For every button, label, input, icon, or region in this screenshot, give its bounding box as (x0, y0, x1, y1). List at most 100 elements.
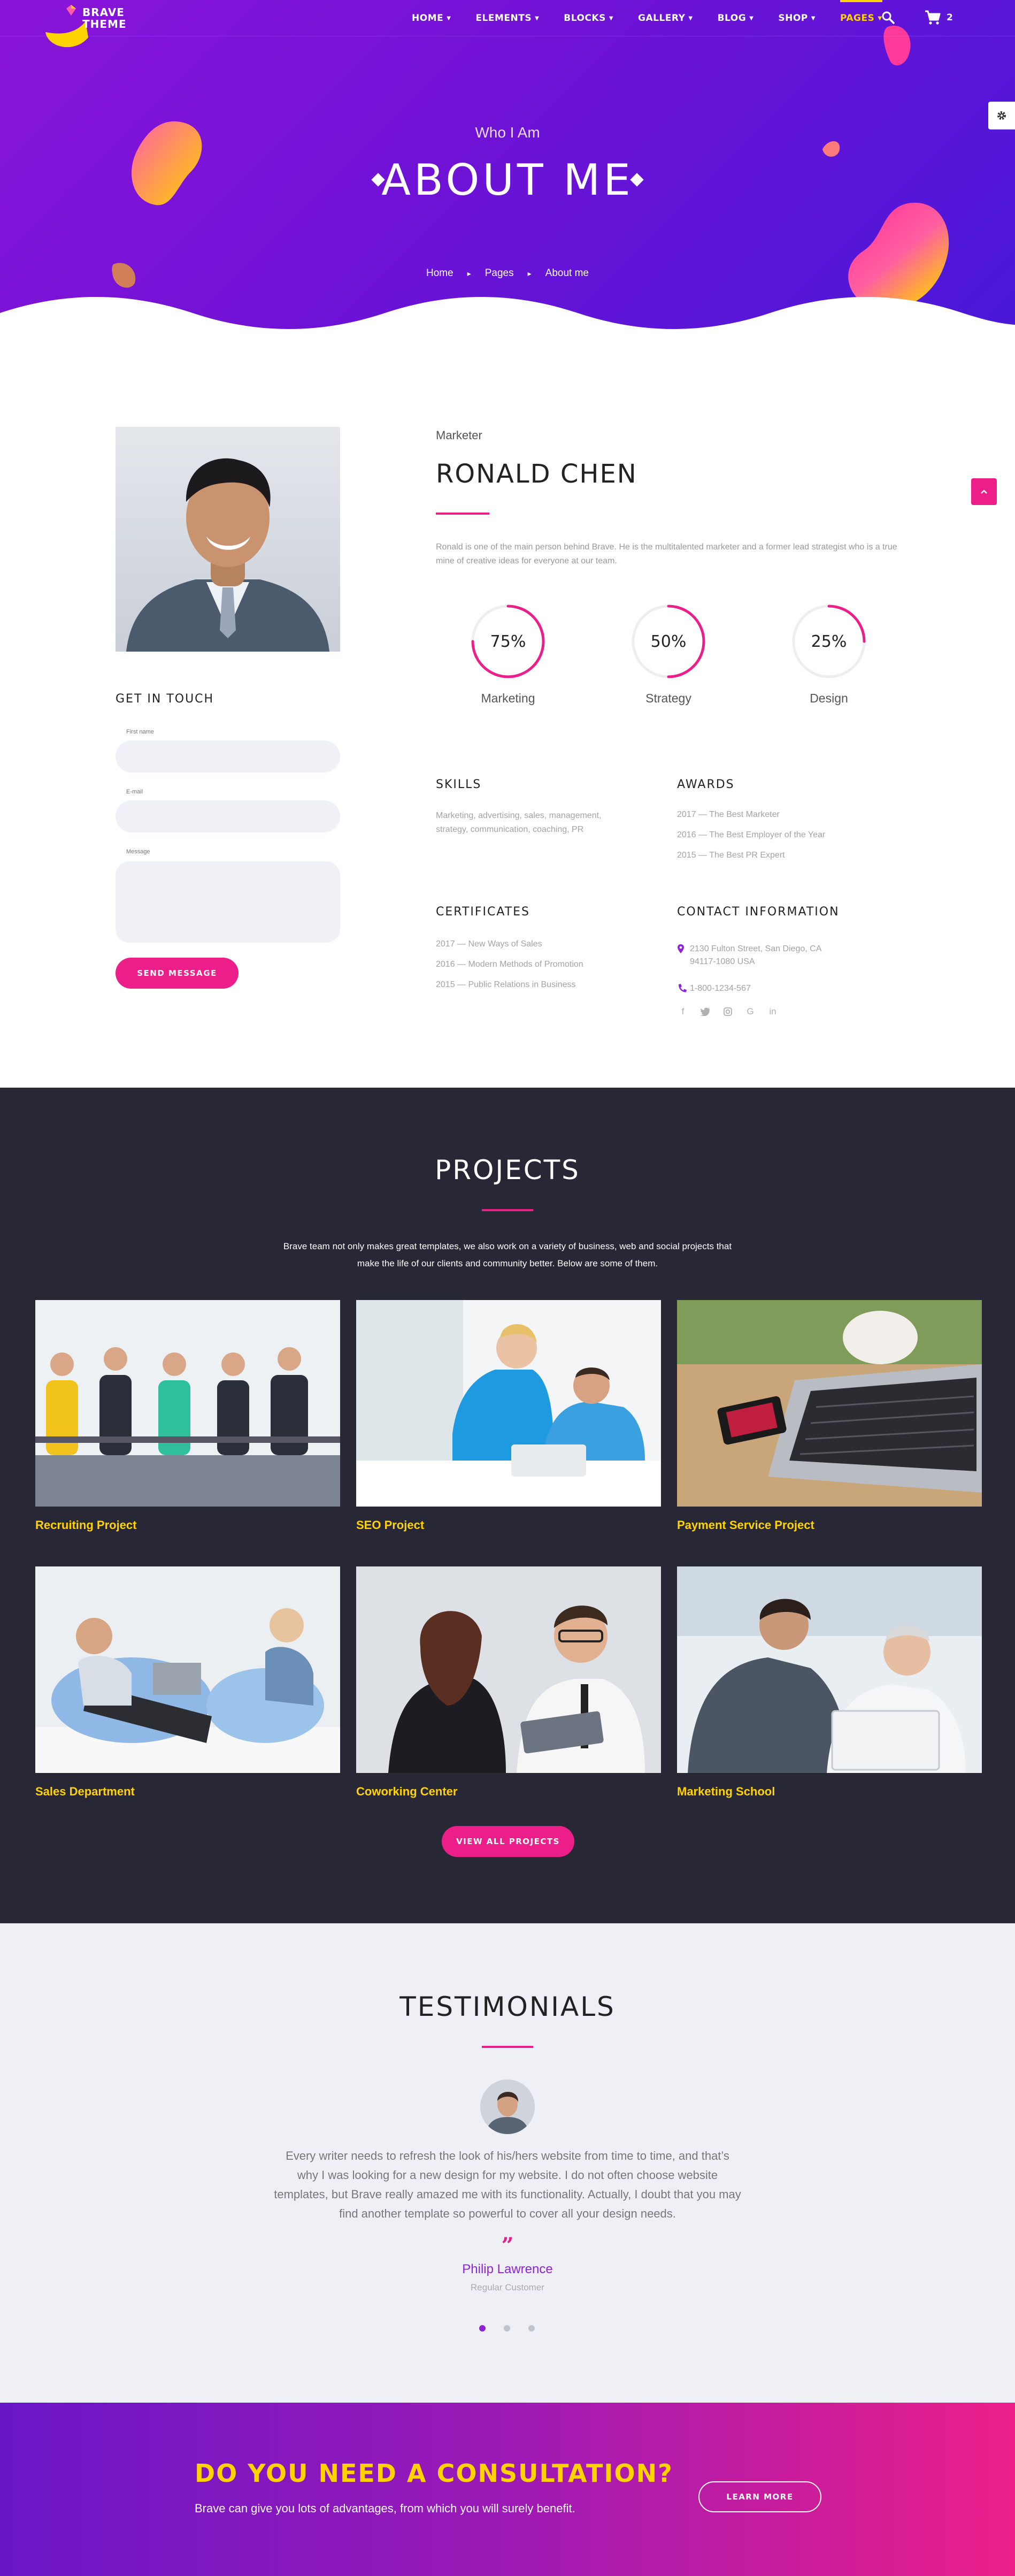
nav-item-blog[interactable]: BLOG ▼ (718, 0, 754, 36)
consultation-banner (0, 2403, 1015, 2576)
project-card-seo[interactable] (356, 1300, 661, 1507)
search-icon[interactable] (880, 10, 896, 26)
avatar (480, 2080, 535, 2134)
phone-icon (678, 984, 687, 992)
phone[interactable]: 1-800-1234-567 (677, 982, 751, 995)
accent-divider (436, 513, 489, 515)
certificate-item: 2016 — Modern Methods of Promotion (436, 960, 583, 969)
email-label: E-mail (126, 789, 143, 795)
facebook-icon[interactable]: f (677, 1006, 689, 1018)
nav-item-home[interactable]: HOME ▼ (412, 0, 451, 36)
skills-title: SKILLS (436, 778, 482, 791)
hero-wave-divider (0, 297, 1015, 342)
project-card-coworking[interactable] (356, 1566, 661, 1773)
projects-description: Brave team not only makes great template… (283, 1241, 732, 1268)
google-icon[interactable]: G (744, 1006, 756, 1018)
project-caption[interactable]: Coworking Center (356, 1785, 457, 1799)
nav-label: GALLERY (638, 13, 686, 24)
profile-bio: Ronald is one of the main person behind … (436, 542, 897, 565)
logo[interactable]: BRAVE THEME (63, 3, 138, 33)
nav-item-pages[interactable]: PAGES ▼ (840, 0, 882, 36)
profile-photo (116, 427, 340, 652)
progress-label: Strategy (645, 691, 691, 705)
chevron-right-icon: ▸ (467, 269, 471, 278)
carousel-dot[interactable] (504, 2325, 510, 2332)
award-item: 2015 — The Best PR Expert (677, 851, 785, 860)
projects-title: PROJECTS (435, 1155, 580, 1186)
social-links: f G in (677, 1006, 789, 1018)
view-all-projects-button[interactable]: VIEW ALL PROJECTS (442, 1826, 574, 1857)
award-item: 2017 — The Best Marketer (677, 810, 780, 819)
testimonial-author-role: Regular Customer (471, 2282, 544, 2292)
gear-icon (997, 111, 1006, 120)
address: 2130 Fulton Street, San Diego, CA 94117-… (677, 943, 821, 968)
project-image (677, 1300, 982, 1507)
breadcrumb: Home ▸ Pages ▸ About me (0, 267, 1015, 279)
nav-item-gallery[interactable]: GALLERY ▼ (638, 0, 693, 36)
cart-count: 2 (947, 12, 953, 23)
hero-subtitle: Who I Am (475, 124, 540, 141)
project-image (35, 1566, 340, 1773)
chevron-down-icon: ▼ (688, 15, 693, 21)
top-navbar: BRAVE THEME HOME ▼ ELEMENTS ▼ BLOCKS ▼ GALL… (0, 0, 1015, 36)
profile-role: Marketer (436, 429, 482, 442)
project-caption[interactable]: Marketing School (677, 1785, 775, 1799)
cart-icon (925, 10, 941, 25)
profile-name: RONALD CHEN (436, 459, 637, 489)
project-card-marketing[interactable] (677, 1566, 982, 1773)
nav-item-elements[interactable]: ELEMENTS ▼ (475, 0, 539, 36)
chevron-down-icon: ▼ (749, 15, 754, 21)
nav-item-blocks[interactable]: BLOCKS ▼ (564, 0, 613, 36)
chevron-up-icon (981, 490, 987, 494)
project-card-payment[interactable] (677, 1300, 982, 1507)
chevron-down-icon: ▼ (811, 15, 816, 21)
logo-text: BRAVE THEME (82, 6, 127, 30)
nav-label: PAGES (840, 13, 875, 24)
progress-value: 75% (490, 632, 526, 651)
testimonial-avatar-image (480, 2080, 535, 2134)
phone-number: 1-800-1234-567 (690, 984, 751, 993)
cart-button[interactable]: 2 (924, 9, 953, 27)
carousel-dot[interactable] (528, 2325, 535, 2332)
email-field[interactable] (116, 800, 340, 832)
progress-value: 25% (811, 632, 847, 651)
breadcrumb-pages[interactable]: Pages (485, 267, 514, 279)
progress-label: Marketing (481, 691, 535, 705)
send-message-button[interactable]: SEND MESSAGE (116, 958, 239, 989)
certificate-item: 2015 — Public Relations in Business (436, 980, 576, 989)
hero-section: BRAVE THEME HOME ▼ ELEMENTS ▼ BLOCKS ▼ GALL… (0, 0, 1015, 342)
awards-title: AWARDS (677, 778, 735, 791)
carousel-dot[interactable] (479, 2325, 486, 2332)
testimonial-quote: Every writer needs to refresh the look o… (274, 2149, 741, 2220)
project-card-sales[interactable] (35, 1566, 340, 1773)
learn-more-button[interactable]: LEARN MORE (698, 2481, 821, 2512)
testimonial-author: Philip Lawrence (462, 2262, 553, 2276)
linkedin-icon[interactable]: in (767, 1006, 779, 1018)
project-caption[interactable]: SEO Project (356, 1518, 424, 1532)
logo-line1: BRAVE (82, 6, 125, 19)
progress-label: Design (810, 691, 848, 705)
project-caption[interactable]: Payment Service Project (677, 1518, 814, 1532)
first-name-field[interactable] (116, 740, 340, 773)
nav-label: BLOG (717, 13, 747, 24)
project-image (35, 1300, 340, 1507)
scroll-to-top-button[interactable] (971, 478, 997, 505)
breadcrumb-home[interactable]: Home (426, 267, 453, 279)
first-name-label: First name (126, 729, 154, 735)
nav-label: HOME (412, 13, 444, 24)
instagram-icon[interactable] (722, 1006, 734, 1018)
contact-form-title: GET IN TOUCH (116, 692, 214, 706)
project-caption[interactable]: Sales Department (35, 1785, 135, 1799)
consultation-title: DO YOU NEED A CONSULTATION? (195, 2459, 673, 2488)
twitter-icon[interactable] (699, 1006, 711, 1018)
settings-button[interactable] (988, 102, 1015, 129)
certificate-item: 2017 — New Ways of Sales (436, 939, 542, 949)
project-caption[interactable]: Recruiting Project (35, 1518, 136, 1532)
logo-line2: THEME (82, 18, 127, 30)
nav-item-shop[interactable]: SHOP ▼ (778, 0, 816, 36)
page-title: ABOUT ME (381, 155, 634, 205)
message-field[interactable] (116, 861, 340, 943)
nav-label: BLOCKS (564, 13, 606, 24)
project-card-recruiting[interactable] (35, 1300, 340, 1507)
project-image (356, 1300, 661, 1507)
